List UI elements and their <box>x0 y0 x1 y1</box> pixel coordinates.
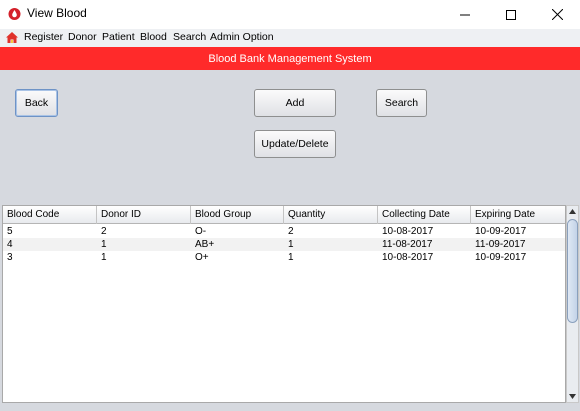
search-button[interactable]: Search <box>376 89 427 117</box>
cell-blood-code: 5 <box>7 226 13 237</box>
column-header-expiring-date[interactable]: Expiring Date <box>471 206 565 224</box>
cell-blood-group: AB+ <box>195 239 215 250</box>
view-blood-window: View Blood Register Donor Patient Blood … <box>0 0 580 411</box>
minimize-icon <box>460 14 470 15</box>
column-header-blood-code[interactable]: Blood Code <box>3 206 97 224</box>
menu-donor[interactable]: Donor <box>68 31 97 43</box>
scroll-up-button[interactable] <box>567 206 578 217</box>
cell-expiring-date: 10-09-2017 <box>475 226 527 237</box>
close-button[interactable] <box>534 0 580 29</box>
table-scrollbar[interactable] <box>566 205 579 403</box>
window-title: View Blood <box>27 6 87 20</box>
column-header-blood-group[interactable]: Blood Group <box>191 206 284 224</box>
menu-register[interactable]: Register <box>24 31 63 43</box>
cell-quantity: 1 <box>288 239 294 250</box>
banner-title: Blood Bank Management System <box>208 52 372 65</box>
cell-blood-code: 3 <box>7 252 13 263</box>
table-row[interactable]: 3 1 O+ 1 10-08-2017 10-09-2017 <box>3 251 565 264</box>
menu-bar: Register Donor Patient Blood Search Admi… <box>0 29 580 47</box>
menu-patient[interactable]: Patient <box>102 31 135 43</box>
home-icon[interactable] <box>5 31 19 44</box>
close-icon <box>551 9 563 20</box>
column-header-collecting-date[interactable]: Collecting Date <box>378 206 471 224</box>
arrow-down-icon <box>569 394 576 399</box>
title-bar: View Blood <box>0 0 580 29</box>
menu-admin-option[interactable]: Admin Option <box>210 31 274 43</box>
scroll-down-button[interactable] <box>567 391 578 402</box>
menu-blood[interactable]: Blood <box>140 31 167 43</box>
cell-quantity: 2 <box>288 226 294 237</box>
cell-blood-code: 4 <box>7 239 13 250</box>
add-button[interactable]: Add <box>254 89 336 117</box>
table-header: Blood Code Donor ID Blood Group Quantity… <box>3 206 565 224</box>
app-banner: Blood Bank Management System <box>0 47 580 70</box>
cell-blood-group: O- <box>195 226 207 237</box>
column-header-donor-id[interactable]: Donor ID <box>97 206 191 224</box>
arrow-up-icon <box>569 209 576 214</box>
table-row[interactable]: 5 2 O- 2 10-08-2017 10-09-2017 <box>3 225 565 238</box>
minimize-button[interactable] <box>442 0 488 29</box>
menu-search[interactable]: Search <box>173 31 206 43</box>
back-button[interactable]: Back <box>15 89 58 117</box>
scroll-thumb[interactable] <box>567 219 578 323</box>
update-delete-button[interactable]: Update/Delete <box>254 130 336 158</box>
blood-drop-icon <box>8 8 21 20</box>
maximize-icon <box>506 9 516 20</box>
column-header-quantity[interactable]: Quantity <box>284 206 378 224</box>
cell-expiring-date: 11-09-2017 <box>475 239 526 250</box>
table-row[interactable]: 4 1 AB+ 1 11-08-2017 11-09-2017 <box>3 238 565 251</box>
cell-blood-group: O+ <box>195 252 209 263</box>
cell-donor-id: 2 <box>101 226 107 237</box>
cell-collecting-date: 10-08-2017 <box>382 226 434 237</box>
cell-donor-id: 1 <box>101 252 107 263</box>
maximize-button[interactable] <box>488 0 534 29</box>
cell-collecting-date: 11-08-2017 <box>382 239 433 250</box>
cell-collecting-date: 10-08-2017 <box>382 252 434 263</box>
cell-expiring-date: 10-09-2017 <box>475 252 527 263</box>
cell-quantity: 1 <box>288 252 294 263</box>
cell-donor-id: 1 <box>101 239 107 250</box>
blood-table[interactable]: Blood Code Donor ID Blood Group Quantity… <box>2 205 566 403</box>
